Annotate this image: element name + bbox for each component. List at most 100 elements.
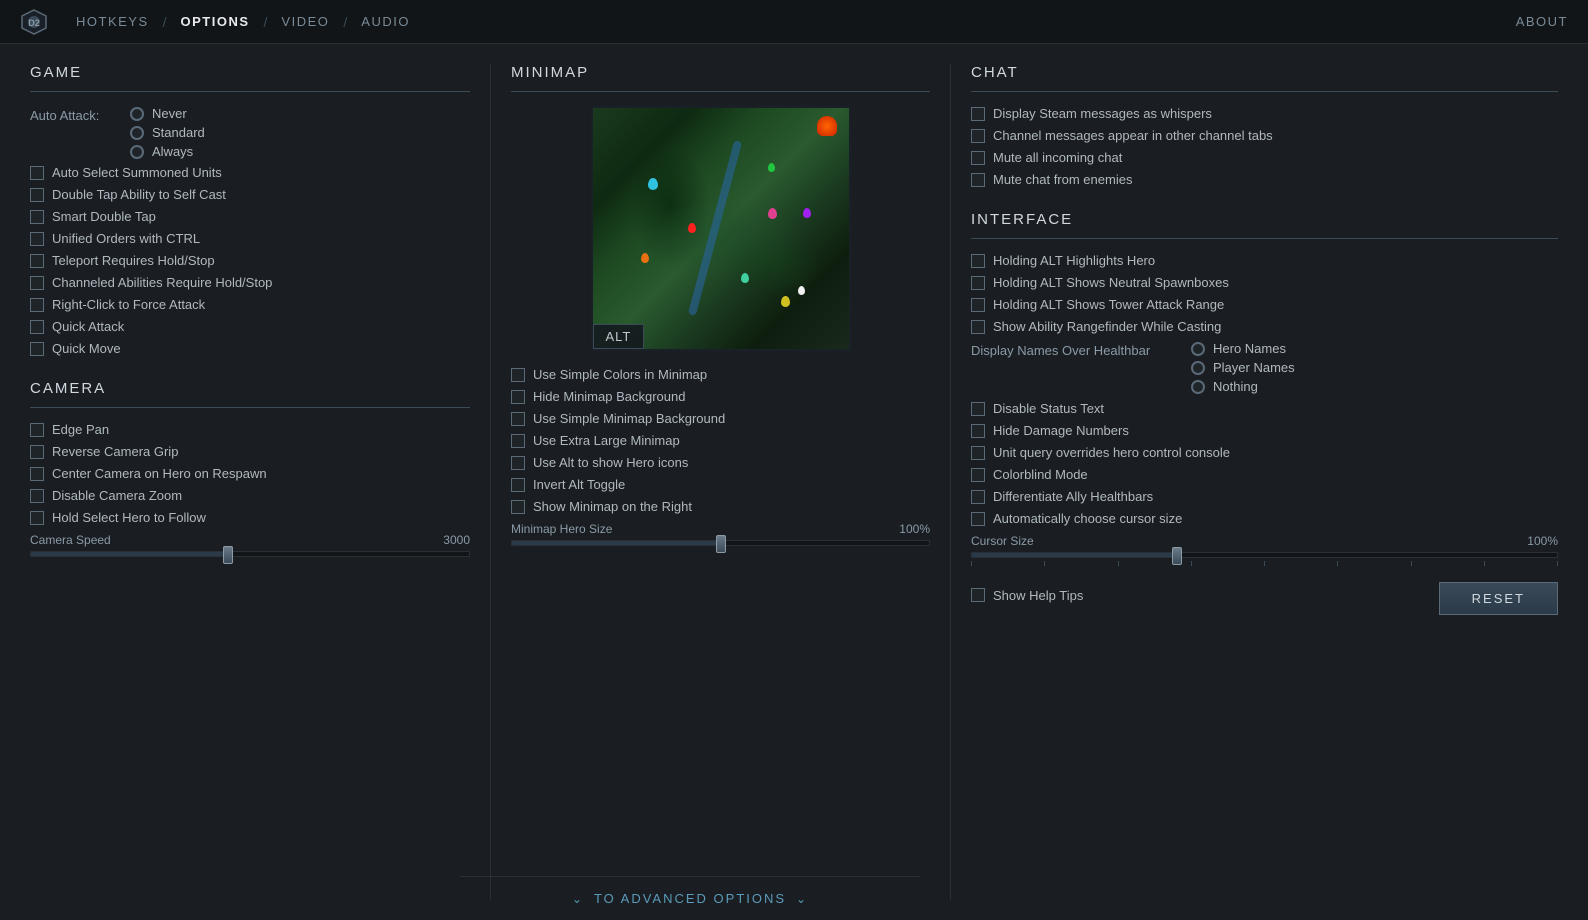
camera-checkbox-0[interactable]: Edge Pan [30,422,470,437]
minimap-alt-overlay: ALT [593,324,645,349]
minimap-checkbox-4[interactable]: Use Alt to show Hero icons [511,455,930,470]
chat-section: CHAT Display Steam messages as whispers C… [971,64,1558,187]
top-nav: D2 HOTKEYS / OPTIONS / VIDEO / AUDIO ABO… [0,0,1588,44]
game-checkbox-8[interactable]: Quick Move [30,341,470,356]
advanced-options-label: TO ADVANCED OPTIONS [594,891,786,906]
minimap-checkbox-0[interactable]: Use Simple Colors in Minimap [511,367,930,382]
chat-box-1 [971,129,985,143]
game-box-7 [30,320,44,334]
camera-checkbox-2[interactable]: Center Camera on Hero on Respawn [30,466,470,481]
game-checkbox-4[interactable]: Teleport Requires Hold/Stop [30,253,470,268]
radio-player-names [1191,361,1205,375]
interface2-checkbox-5[interactable]: Automatically choose cursor size [971,511,1558,526]
game-box-4 [30,254,44,268]
show-help-checkbox[interactable]: Show Help Tips [971,588,1083,603]
iface-box-3 [971,320,985,334]
camera-checkbox-3[interactable]: Disable Camera Zoom [30,488,470,503]
tick-6 [1337,561,1338,566]
minimap-checkbox-1[interactable]: Hide Minimap Background [511,389,930,404]
chat-divider [971,91,1558,92]
camera-checkbox-1[interactable]: Reverse Camera Grip [30,444,470,459]
minimap-dot-9 [803,208,811,218]
chat-checkbox-0[interactable]: Display Steam messages as whispers [971,106,1558,121]
chat-box-3 [971,173,985,187]
game-checkbox-0[interactable]: Auto Select Summoned Units [30,165,470,180]
display-names-player[interactable]: Player Names [1191,360,1295,375]
interface-checkbox-0[interactable]: Holding ALT Highlights Hero [971,253,1558,268]
minimap-hero-size-label-row: Minimap Hero Size 100% [511,522,930,536]
nav-hotkeys[interactable]: HOTKEYS [68,10,157,33]
game-box-8 [30,342,44,356]
minimap-options: Use Simple Colors in Minimap Hide Minimap… [511,367,930,514]
nav-options[interactable]: OPTIONS [173,10,258,33]
minimap-container: ALT [591,106,851,351]
game-checkbox-2[interactable]: Smart Double Tap [30,209,470,224]
game-section: GAME Auto Attack: Never Standard [30,64,470,356]
game-box-1 [30,188,44,202]
nav-about[interactable]: ABOUT [1516,14,1568,29]
camera-speed-thumb[interactable] [223,546,233,564]
interface-header: INTERFACE [971,211,1558,228]
minimap-dot-3 [648,178,658,190]
chat-box-2 [971,151,985,165]
iface2-box-1 [971,424,985,438]
auto-attack-radios: Never Standard Always [130,106,205,159]
game-checkbox-6[interactable]: Right-Click to Force Attack [30,297,470,312]
nav-sep-3: / [343,14,347,30]
nav-video[interactable]: VIDEO [273,10,337,33]
minimap-checkbox-2[interactable]: Use Simple Minimap Background [511,411,930,426]
minimap-hero-size-value: 100% [899,522,930,536]
col-left: GAME Auto Attack: Never Standard [30,64,490,900]
minimap-dot-5 [768,208,777,219]
radio-standard [130,126,144,140]
interface-checkbox-2[interactable]: Holding ALT Shows Tower Attack Range [971,297,1558,312]
chat-checkbox-3[interactable]: Mute chat from enemies [971,172,1558,187]
auto-attack-standard[interactable]: Standard [130,125,205,140]
minimap-hero-size-track[interactable] [511,540,930,546]
display-names-hero[interactable]: Hero Names [1191,341,1295,356]
cursor-size-label-row: Cursor Size 100% [971,534,1558,548]
svg-text:D2: D2 [28,18,40,28]
camera-box-0 [30,423,44,437]
minimap-box-0 [511,368,525,382]
interface-checkbox-1[interactable]: Holding ALT Shows Neutral Spawnboxes [971,275,1558,290]
reset-button[interactable]: RESET [1439,582,1558,615]
interface2-checkbox-0[interactable]: Disable Status Text [971,401,1558,416]
cursor-size-track[interactable] [971,552,1558,558]
game-checkbox-7[interactable]: Quick Attack [30,319,470,334]
interface2-checkbox-1[interactable]: Hide Damage Numbers [971,423,1558,438]
minimap-box-3 [511,434,525,448]
chat-header: CHAT [971,64,1558,81]
tick-8 [1484,561,1485,566]
minimap-dots [593,108,849,349]
camera-speed-track[interactable] [30,551,470,557]
chat-checkbox-2[interactable]: Mute all incoming chat [971,150,1558,165]
minimap-hero-size-thumb[interactable] [716,535,726,553]
minimap-checkbox-3[interactable]: Use Extra Large Minimap [511,433,930,448]
auto-attack-always[interactable]: Always [130,144,205,159]
cursor-size-thumb[interactable] [1172,547,1182,565]
interface2-checkbox-2[interactable]: Unit query overrides hero control consol… [971,445,1558,460]
auto-attack-never[interactable]: Never [130,106,205,121]
main-wrapper: GAME Auto Attack: Never Standard [0,44,1588,920]
chat-checkbox-1[interactable]: Channel messages appear in other channel… [971,128,1558,143]
minimap-checkbox-6[interactable]: Show Minimap on the Right [511,499,930,514]
camera-box-1 [30,445,44,459]
tick-3 [1118,561,1119,566]
minimap-checkboxes: Use Simple Colors in Minimap Hide Minimap… [511,367,930,514]
game-checkbox-1[interactable]: Double Tap Ability to Self Cast [30,187,470,202]
minimap-checkbox-5[interactable]: Invert Alt Toggle [511,477,930,492]
game-checkbox-5[interactable]: Channeled Abilities Require Hold/Stop [30,275,470,290]
display-names-nothing[interactable]: Nothing [1191,379,1295,394]
display-names-row: Display Names Over Healthbar Hero Names … [971,341,1558,394]
game-checkbox-3[interactable]: Unified Orders with CTRL [30,231,470,246]
camera-checkbox-4[interactable]: Hold Select Hero to Follow [30,510,470,525]
interface2-checkbox-4[interactable]: Differentiate Ally Healthbars [971,489,1558,504]
radio-always [130,145,144,159]
nav-audio[interactable]: AUDIO [353,10,418,33]
minimap-box-2 [511,412,525,426]
interface2-checkbox-3[interactable]: Colorblind Mode [971,467,1558,482]
minimap-hero-size-slider: Minimap Hero Size 100% [511,522,930,546]
interface-checkbox-3[interactable]: Show Ability Rangefinder While Casting [971,319,1558,334]
advanced-options-bar[interactable]: ⌄ TO ADVANCED OPTIONS ⌄ [460,876,920,920]
